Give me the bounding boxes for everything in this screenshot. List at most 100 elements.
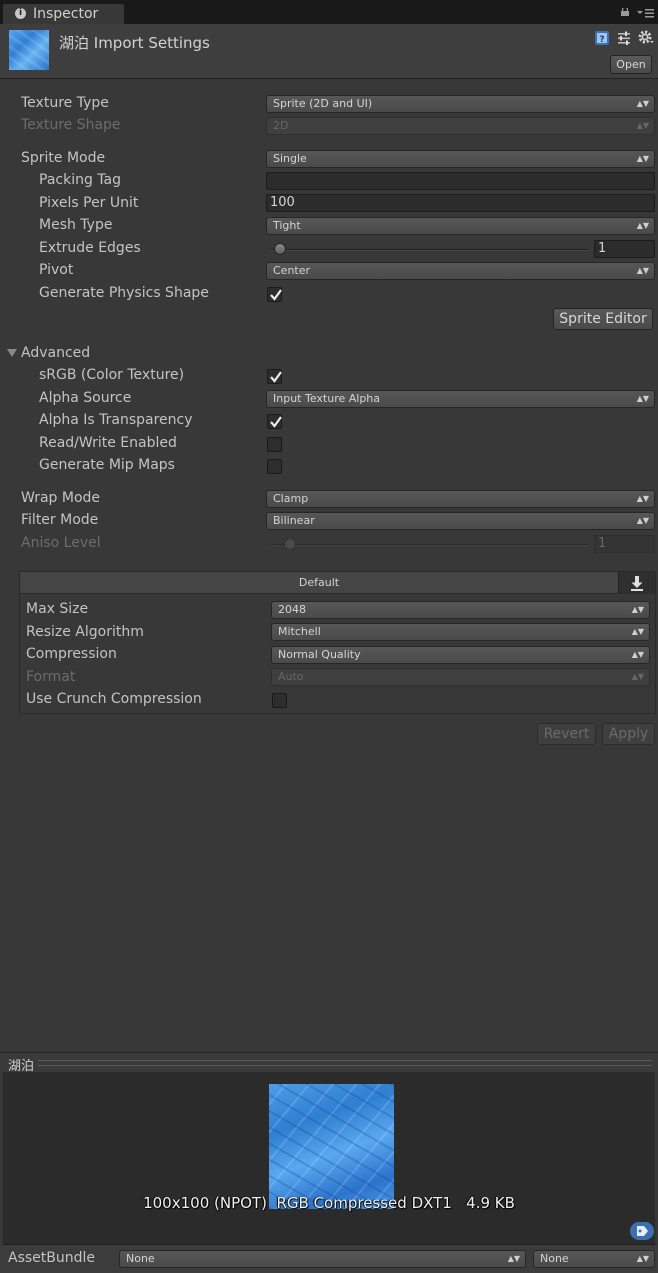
asset-bundle-variant-dropdown[interactable]: None ▲▼ (533, 1250, 655, 1268)
texture-preview-image (269, 1084, 394, 1209)
compression-value: Normal Quality (278, 648, 361, 661)
generate-mip-maps-checkbox[interactable] (267, 459, 282, 474)
sliders-icon[interactable] (616, 30, 632, 46)
packing-tag-label: Packing Tag (39, 172, 121, 188)
aniso-level-slider (270, 544, 588, 546)
pivot-value: Center (273, 264, 311, 277)
generate-mip-maps-label: Generate Mip Maps (39, 457, 175, 473)
resize-algorithm-label: Resize Algorithm (26, 624, 144, 640)
tab-label: Inspector (33, 6, 99, 22)
extrude-edges-label: Extrude Edges (39, 240, 141, 256)
advanced-foldout-label[interactable]: Advanced (21, 345, 90, 361)
wrap-mode-value: Clamp (273, 492, 309, 505)
alpha-is-transparency-label: Alpha Is Transparency (39, 412, 193, 428)
advanced-foldout-arrow-icon[interactable] (7, 349, 17, 357)
sprite-editor-button[interactable]: Sprite Editor (553, 308, 653, 330)
texture-shape-dropdown: 2D ▲▼ (266, 117, 655, 135)
mesh-type-label: Mesh Type (39, 217, 113, 233)
texture-type-dropdown[interactable]: Sprite (2D and UI) ▲▼ (266, 95, 655, 113)
info-icon: i (15, 8, 26, 19)
texture-type-label: Texture Type (21, 95, 109, 111)
asset-bundle-name-value: None (126, 1252, 155, 1265)
dropdown-arrow-icon: ▲▼ (636, 121, 649, 130)
crunch-compression-checkbox[interactable] (272, 693, 287, 708)
mesh-type-dropdown[interactable]: Tight ▲▼ (266, 217, 655, 235)
pivot-label: Pivot (39, 262, 74, 278)
open-button[interactable]: Open (610, 55, 652, 74)
preview-area: 100x100 (NPOT) RGB Compressed DXT1 4.9 K… (3, 1072, 655, 1245)
asset-bundle-variant-value: None (540, 1252, 569, 1265)
format-value: Auto (278, 670, 304, 683)
checkmark-icon (270, 416, 282, 428)
download-icon (631, 576, 643, 591)
dropdown-arrow-icon: ▲▼ (631, 605, 644, 614)
wrap-mode-dropdown[interactable]: Clamp ▲▼ (266, 490, 655, 508)
filter-mode-dropdown[interactable]: Bilinear ▲▼ (266, 512, 655, 530)
inspector-window: i Inspector 湖泊 Import Settings ? Open Te… (0, 0, 658, 1273)
dropdown-arrow-icon: ▲▼ (636, 266, 649, 275)
alpha-is-transparency-checkbox[interactable] (267, 414, 282, 429)
compression-label: Compression (26, 646, 117, 662)
gear-icon[interactable] (638, 30, 654, 46)
dropdown-arrow-icon: ▲▼ (631, 650, 644, 659)
compression-dropdown[interactable]: Normal Quality ▲▼ (271, 646, 650, 664)
platform-tab-label: Default (298, 576, 340, 589)
help-book-icon[interactable]: ? (594, 30, 610, 46)
header-title: 湖泊 Import Settings (59, 34, 210, 52)
apply-button[interactable]: Apply (602, 723, 655, 745)
dropdown-arrow-icon: ▲▼ (636, 221, 649, 230)
generate-physics-shape-checkbox[interactable] (267, 287, 282, 302)
alpha-source-dropdown[interactable]: Input Texture Alpha ▲▼ (266, 390, 655, 408)
read-write-label: Read/Write Enabled (39, 435, 177, 451)
alpha-source-label: Alpha Source (39, 390, 132, 406)
extrude-edges-slider-thumb[interactable] (274, 243, 286, 255)
dropdown-arrow-icon: ▲▼ (636, 99, 649, 108)
pixels-per-unit-input[interactable]: 100 (266, 194, 655, 212)
format-label: Format (26, 669, 76, 685)
dropdown-arrow-icon: ▲▼ (631, 627, 644, 636)
resize-algorithm-dropdown[interactable]: Mitchell ▲▼ (271, 623, 650, 641)
wrap-mode-label: Wrap Mode (21, 490, 101, 506)
read-write-checkbox[interactable] (267, 437, 282, 452)
max-size-dropdown[interactable]: 2048 ▲▼ (271, 601, 650, 619)
checkmark-icon (270, 289, 282, 301)
tab-bar: i Inspector (0, 0, 658, 24)
max-size-value: 2048 (278, 603, 306, 616)
dropdown-arrow-icon: ▲▼ (636, 516, 649, 525)
srgb-checkbox[interactable] (267, 369, 282, 384)
preview-drag-handle[interactable] (38, 1060, 652, 1066)
preview-info-text: 100x100 (NPOT) RGB Compressed DXT1 4.9 K… (143, 1194, 515, 1212)
packing-tag-input[interactable] (266, 172, 655, 190)
asset-bundle-name-dropdown[interactable]: None ▲▼ (119, 1250, 526, 1268)
sprite-mode-dropdown[interactable]: Single ▲▼ (266, 150, 655, 168)
dropdown-arrow-icon: ▲▼ (636, 1254, 649, 1263)
texture-type-value: Sprite (2D and UI) (273, 97, 373, 110)
dropdown-arrow-icon: ▲▼ (636, 494, 649, 503)
dropdown-arrow-icon: ▲▼ (631, 672, 644, 681)
tag-icon[interactable] (630, 1222, 654, 1240)
filter-mode-label: Filter Mode (21, 512, 99, 528)
platform-tab-download[interactable] (618, 572, 655, 594)
extrude-edges-input[interactable]: 1 (594, 240, 655, 258)
format-dropdown: Auto ▲▼ (271, 668, 650, 686)
mesh-type-value: Tight (273, 219, 301, 232)
svg-text:?: ? (599, 35, 604, 45)
resize-algorithm-value: Mitchell (278, 625, 321, 638)
asset-bundle-label: AssetBundle (8, 1250, 96, 1266)
dropdown-arrow-icon: ▲▼ (507, 1254, 520, 1263)
aniso-level-slider-thumb (284, 538, 296, 550)
texture-thumbnail (9, 30, 49, 70)
platform-tab-default[interactable]: Default (20, 572, 618, 594)
preview-header[interactable]: 湖泊 (0, 1052, 658, 1074)
extrude-edges-slider[interactable] (270, 249, 588, 251)
srgb-label: sRGB (Color Texture) (39, 367, 185, 383)
texture-shape-label: Texture Shape (21, 117, 121, 133)
aniso-level-input: 1 (594, 535, 655, 553)
tab-inspector[interactable]: i Inspector (2, 3, 125, 24)
dropdown-arrow-icon: ▲▼ (636, 154, 649, 163)
pivot-dropdown[interactable]: Center ▲▼ (266, 262, 655, 280)
tab-menu-icon[interactable] (636, 8, 654, 18)
generate-physics-shape-label: Generate Physics Shape (39, 285, 209, 301)
revert-button[interactable]: Revert (537, 723, 596, 745)
lock-icon[interactable] (621, 8, 629, 16)
